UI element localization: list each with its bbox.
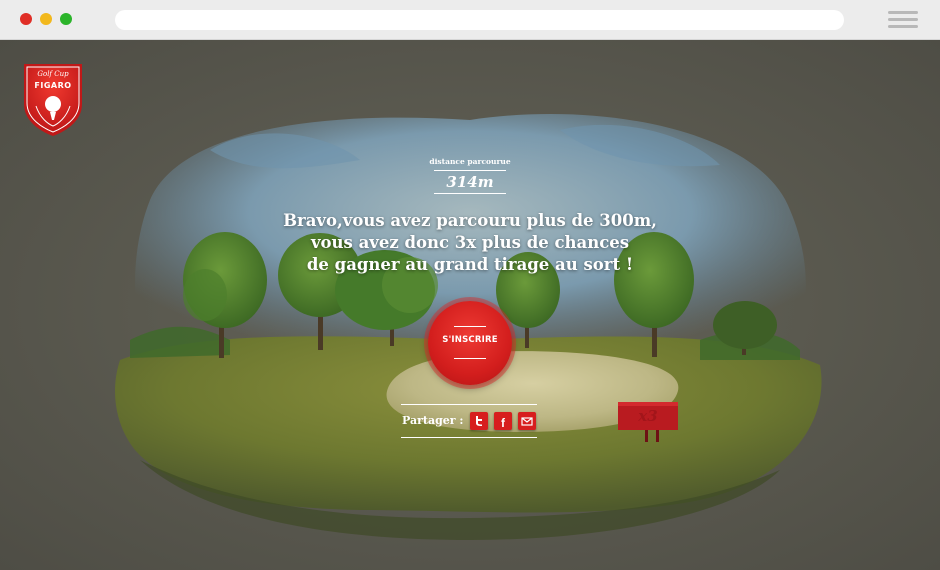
hamburger-icon[interactable] [888,11,918,29]
address-bar[interactable] [115,10,844,30]
distance-value: 314m [434,170,506,194]
distance-label: distance parcourue [429,157,511,166]
congratulation-message: Bravo,vous avez parcouru plus de 300m, v… [220,210,720,276]
share-label: Partager : [402,414,464,427]
signup-button[interactable]: S'INSCRIRE [428,301,512,385]
email-share-button[interactable] [518,412,536,430]
signup-divider-bottom [454,358,486,359]
logo-line-1: Golf Cup [37,70,69,78]
window-maximize-button[interactable] [60,13,72,25]
multiplier-label: x3 [638,407,658,425]
logo-line-2: FIGARO [34,81,72,90]
twitter-share-button[interactable] [470,412,488,430]
window-minimize-button[interactable] [40,13,52,25]
multiplier-sign: x3 [618,402,678,440]
signup-divider-top [454,326,486,327]
page-viewport: Golf Cup FIGARO distance parcourue 314m … [0,40,940,570]
twitter-icon [476,416,482,426]
golf-cup-figaro-logo[interactable]: Golf Cup FIGARO [22,62,84,138]
message-line-2: vous avez donc 3x plus de chances [310,233,630,252]
share-bar: Partager : f [401,404,537,438]
facebook-icon: f [501,416,505,430]
message-line-1: Bravo,vous avez parcouru plus de 300m, [283,211,657,230]
window-close-button[interactable] [20,13,32,25]
distance-block: distance parcourue 314m [420,157,520,194]
browser-toolbar [0,0,940,40]
message-line-3: de gagner au grand tirage au sort ! [306,255,634,274]
mail-icon [521,417,533,426]
signup-label: S'INSCRIRE [442,335,498,345]
facebook-share-button[interactable]: f [494,412,512,430]
